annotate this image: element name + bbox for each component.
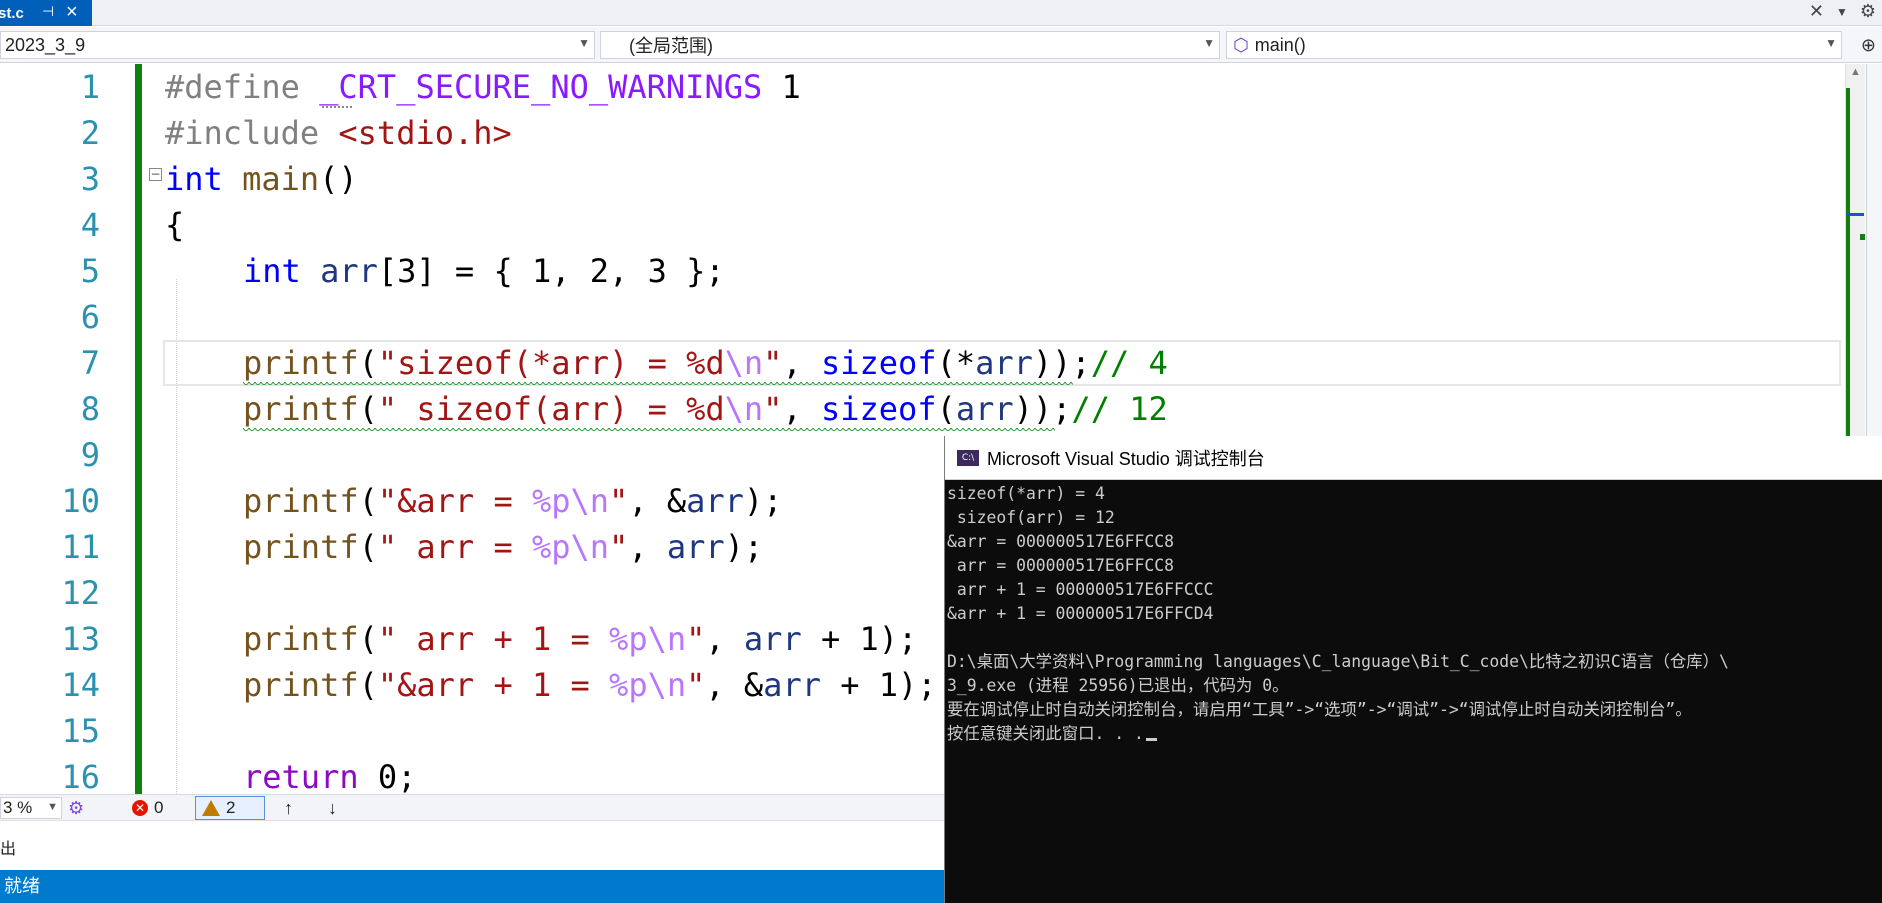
chevron-down-icon: ▼ (47, 801, 58, 813)
pin-icon[interactable]: ⊣ (42, 3, 54, 20)
status-text: 就绪 (4, 876, 40, 896)
line-number: 7 (80, 344, 100, 382)
code-line-16: return 0; (243, 758, 417, 796)
line-number: 1 (80, 68, 100, 106)
scroll-up-icon[interactable]: ▲ (1850, 66, 1861, 78)
previous-issue-button[interactable]: ↑ (284, 798, 293, 819)
code-line-7: printf("sizeof(*arr) = %d\n", sizeof(*ar… (243, 344, 1168, 382)
intellicode-icon[interactable]: ⚙ (68, 798, 84, 819)
line-number: 6 (80, 298, 100, 336)
line-number: 8 (80, 390, 100, 428)
tab-bar-controls: ✕ ▼ ⚙ (1809, 1, 1876, 22)
change-marker (1860, 234, 1865, 240)
scope-name: (全局范围) (629, 36, 713, 56)
close-window-icon[interactable]: ✕ (1809, 1, 1824, 22)
warning-squiggle (243, 382, 1073, 386)
error-icon: ✕ (132, 800, 148, 816)
zoom-dropdown[interactable]: 3 % ▼ (0, 797, 62, 819)
code-line-13: printf(" arr + 1 = %p\n", arr + 1); (243, 620, 918, 658)
console-line: 3_9.exe (进程 25956)已退出，代码为 0。 (947, 676, 1289, 695)
console-line: D:\桌面\大学资料\Programming languages\C_langu… (947, 652, 1729, 671)
console-title-bar[interactable]: C:\ Microsoft Visual Studio 调试控制台 (945, 436, 1882, 480)
function-dropdown[interactable]: ⬡ main() ▼ (1226, 31, 1842, 59)
console-line: sizeof(*arr) = 4 (947, 484, 1105, 503)
project-dropdown[interactable]: 2023_3_9 ▼ (0, 31, 595, 59)
function-name: main() (1254, 34, 1306, 55)
project-name: 2023_3_9 (5, 34, 86, 55)
line-number: 3 (80, 160, 100, 198)
code-line-3: int main() (165, 160, 358, 198)
line-number: 15 (61, 712, 100, 750)
line-number: 5 (80, 252, 100, 290)
cube-icon: ⬡ (1233, 34, 1249, 55)
chevron-down-icon: ▼ (1825, 36, 1837, 50)
console-line: arr = 000000517E6FFCC8 (947, 556, 1174, 575)
chevron-down-icon: ▼ (578, 36, 590, 50)
next-issue-button[interactable]: ↓ (328, 798, 337, 819)
code-line-8: printf(" sizeof(arr) = %d\n", sizeof(arr… (243, 390, 1168, 428)
console-line-prompt: 按任意键关闭此窗口. . . (947, 722, 1882, 746)
line-number: 4 (80, 206, 100, 244)
navigation-bar: 2023_3_9 ▼ (全局范围) ▼ ⬡ main() ▼ ⊕ (0, 27, 1882, 63)
scope-dropdown[interactable]: (全局范围) ▼ (600, 31, 1220, 59)
code-line-14: printf("&arr + 1 = %p\n", &arr + 1); (243, 666, 937, 704)
code-line-4: { (165, 206, 185, 244)
line-number: 9 (80, 436, 100, 474)
line-number: 12 (61, 574, 100, 612)
console-title: Microsoft Visual Studio 调试控制台 (987, 448, 1265, 469)
suggestion-dots (322, 106, 352, 108)
line-number: 16 (61, 758, 100, 796)
console-line: 要在调试停止时自动关闭控制台，请启用“工具”->“选项”->“调试”->“调试停… (947, 700, 1692, 719)
console-output[interactable]: sizeof(*arr) = 4 sizeof(arr) = 12 &arr =… (947, 482, 1882, 902)
code-line-11: printf(" arr = %p\n", arr); (243, 528, 764, 566)
console-line: sizeof(arr) = 12 (947, 508, 1115, 527)
line-number: 14 (61, 666, 100, 704)
error-count[interactable]: ✕ 0 (132, 798, 163, 818)
code-line-5: int arr[3] = { 1, 2, 3 }; (243, 252, 725, 290)
code-line-1: #define _CRT_SECURE_NO_WARNINGS 1 (165, 68, 801, 106)
console-line: &arr + 1 = 000000517E6FFCD4 (947, 604, 1214, 623)
code-line-2: #include <stdio.h> (165, 114, 512, 152)
console-line: arr + 1 = 000000517E6FFCCC (947, 580, 1214, 599)
warning-squiggle (243, 428, 1055, 432)
output-label: 出 (0, 841, 17, 858)
tab-filename: st.c (0, 4, 24, 22)
debug-console-window[interactable]: C:\ Microsoft Visual Studio 调试控制台 sizeof… (944, 436, 1882, 903)
dropdown-icon[interactable]: ▼ (1836, 5, 1848, 22)
chevron-down-icon: ▼ (1203, 36, 1215, 50)
cursor-caret (1145, 738, 1157, 741)
document-tab[interactable]: st.c ⊣ × (0, 0, 92, 26)
code-line-10: printf("&arr = %p\n", &arr); (243, 482, 783, 520)
split-icon[interactable]: ⊕ (1861, 35, 1876, 56)
zoom-level: 3 % (3, 798, 33, 817)
console-line: &arr = 000000517E6FFCC8 (947, 532, 1174, 551)
caret-position-marker (1846, 213, 1864, 216)
line-number: 11 (61, 528, 100, 566)
document-tab-bar: st.c ⊣ × ✕ ▼ ⚙ (0, 0, 1882, 26)
warning-count[interactable]: 2 (202, 798, 235, 818)
gear-icon[interactable]: ⚙ (1860, 1, 1876, 22)
line-number: 13 (61, 620, 100, 658)
console-app-icon: C:\ (957, 449, 979, 466)
close-tab-icon[interactable]: × (66, 1, 78, 24)
line-number: 2 (80, 114, 100, 152)
warning-icon (202, 800, 220, 816)
line-number: 10 (61, 482, 100, 520)
